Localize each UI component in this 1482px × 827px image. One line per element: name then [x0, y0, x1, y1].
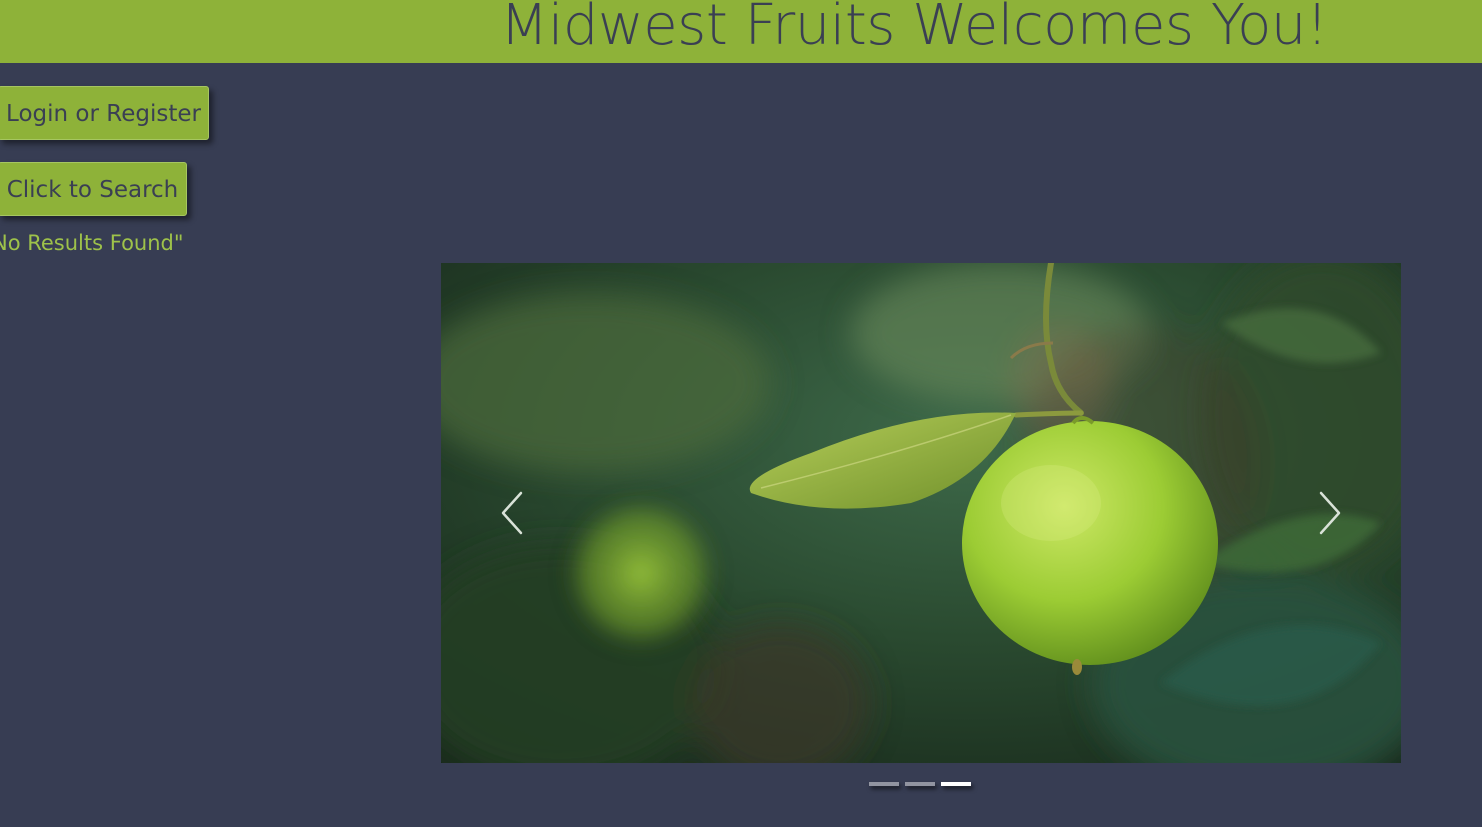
header-banner: Midwest Fruits Welcomes You!: [0, 0, 1482, 63]
carousel-indicators: [869, 782, 971, 786]
search-label: Click to Search: [6, 177, 179, 203]
status-message: No Results Found": [0, 231, 184, 255]
chevron-right-icon: [1319, 491, 1341, 535]
carousel-indicator-3[interactable]: [941, 782, 971, 786]
chevron-left-icon: [501, 491, 523, 535]
login-register-button[interactable]: Login or Register: [0, 86, 209, 140]
carousel-indicator-2[interactable]: [905, 782, 935, 786]
image-carousel: [441, 263, 1401, 763]
page-title: Midwest Fruits Welcomes You!: [500, 0, 1328, 58]
carousel-prev-button[interactable]: [487, 483, 537, 543]
lime-on-tree-photo: [441, 263, 1401, 763]
search-button[interactable]: Click to Search: [0, 162, 187, 216]
carousel-indicator-1[interactable]: [869, 782, 899, 786]
login-register-label: Login or Register: [6, 101, 201, 127]
carousel-next-button[interactable]: [1305, 483, 1355, 543]
